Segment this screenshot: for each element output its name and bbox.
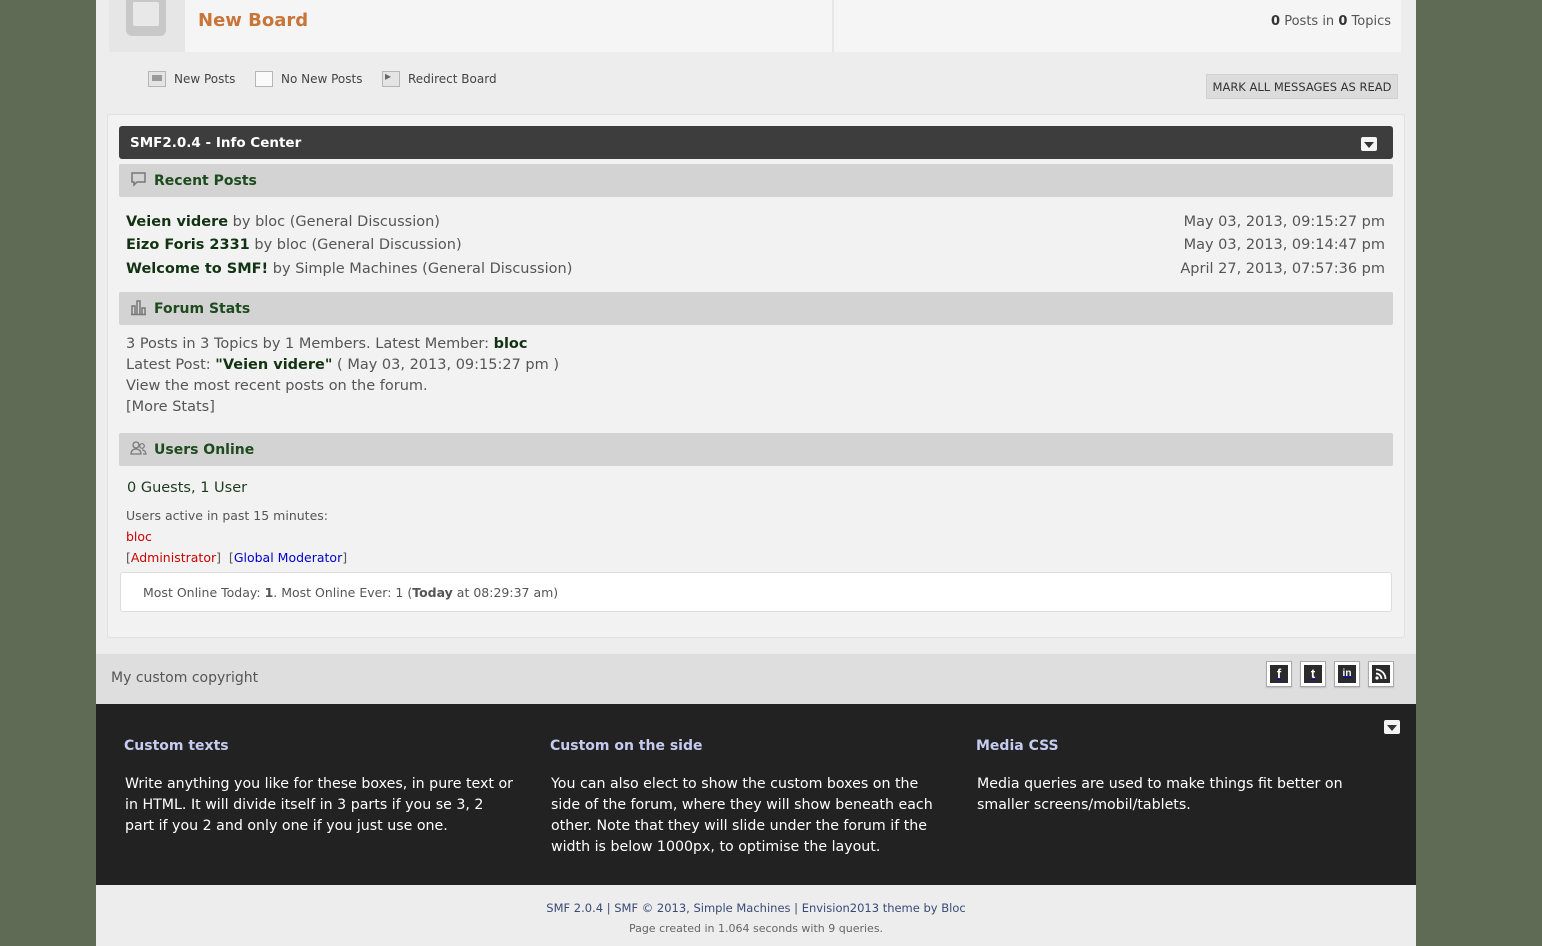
footer-box-title: Custom texts (124, 738, 229, 754)
recent-post-subject[interactable]: Eizo Foris 2331 (126, 237, 250, 253)
twitter-icon[interactable]: t (1300, 661, 1326, 687)
board-divider (832, 0, 834, 52)
new-posts-icon (148, 71, 166, 87)
users-online-header: Users Online (119, 433, 1393, 466)
most-today-label: Most Online Today: (143, 585, 261, 600)
rss-glyph (1372, 665, 1390, 683)
legend-new-posts-label: New Posts (174, 72, 236, 86)
latest-post: Latest Post: "Veien videre" ( May 03, 20… (126, 357, 559, 373)
board-icon (126, 0, 166, 36)
group-moderator-link[interactable]: Global Moderator (234, 550, 342, 565)
recent-post-board[interactable]: (General Discussion) (422, 261, 572, 277)
facebook-icon[interactable]: f (1266, 661, 1292, 687)
recent-post-by: by (254, 237, 273, 253)
recent-post-subject[interactable]: Welcome to SMF! (126, 261, 268, 277)
page-wrapper: New Board 0 Posts in 0 Topics New Posts … (96, 0, 1416, 946)
recent-post-author[interactable]: bloc (277, 237, 307, 253)
board-row: New Board 0 Posts in 0 Topics (109, 0, 1401, 52)
recent-post-row: Veien videre by bloc (General Discussion… (126, 214, 440, 230)
recent-post-date: May 03, 2013, 09:15:27 pm (1183, 214, 1385, 230)
latest-post-date: ( May 03, 2013, 09:15:27 pm ) (337, 357, 560, 373)
recent-post-subject[interactable]: Veien videre (126, 214, 228, 230)
most-online-text: Most Online Today: 1. Most Online Ever: … (143, 585, 558, 600)
stats-summary: 3 Posts in 3 Topics by 1 Members. Latest… (126, 336, 528, 352)
custom-boxes-footer: Custom texts Write anything you like for… (96, 704, 1416, 885)
footer-box-title: Custom on the side (550, 738, 703, 754)
info-center: SMF2.0.4 - Info Center Recent Posts Veie… (107, 114, 1405, 638)
info-center-title: SMF2.0.4 - Info Center (130, 135, 302, 151)
custom-copyright: My custom copyright (111, 670, 259, 686)
topics-count: 0 (1338, 14, 1348, 29)
recent-post-author[interactable]: bloc (255, 214, 285, 230)
online-user-link[interactable]: bloc (126, 529, 152, 544)
redirect-icon (382, 69, 400, 87)
info-center-header: SMF2.0.4 - Info Center (119, 126, 1393, 159)
legend-no-new-posts: No New Posts (255, 71, 362, 87)
recent-post-by: by (232, 214, 251, 230)
footer-box-text: Write anything you like for these boxes,… (125, 776, 513, 834)
facebook-glyph: f (1270, 665, 1288, 683)
copyright-bar: My custom copyright f t in (96, 654, 1416, 704)
legend-new-posts: New Posts (148, 71, 235, 87)
recent-post-by: by (272, 261, 291, 277)
recent-post-date: May 03, 2013, 09:14:47 pm (1183, 237, 1385, 253)
twitter-glyph: t (1304, 665, 1322, 683)
chat-bubble-icon (130, 171, 147, 188)
board-stats: 0 Posts in 0 Topics (1271, 14, 1391, 29)
most-ever-label: . Most Online Ever: 1 ( (273, 585, 413, 600)
users-online-title: Users Online (154, 442, 255, 458)
page-footer: SMF 2.0.4 | SMF © 2013, Simple Machines … (96, 885, 1416, 946)
footer-box-title: Media CSS (976, 738, 1059, 754)
latest-post-label: Latest Post: (126, 357, 211, 373)
legend-redirect-board: Redirect Board (382, 69, 497, 87)
recent-post-row: Eizo Foris 2331 by bloc (General Discuss… (126, 237, 462, 253)
group-administrator-link[interactable]: Administrator (131, 550, 216, 565)
mark-all-read-button[interactable]: MARK ALL MESSAGES AS READ (1206, 74, 1398, 99)
latest-member-link[interactable]: bloc (494, 336, 528, 352)
recent-posts-link[interactable]: View the most recent posts on the forum. (126, 378, 428, 394)
most-today-value: 1 (264, 585, 274, 600)
board-icon-cell (109, 0, 185, 52)
stats-summary-text: 3 Posts in 3 Topics by 1 Members. Latest… (126, 336, 489, 352)
most-ever-time: at 08:29:37 am) (452, 585, 559, 600)
footer-box: Custom on the side You can also elect to… (550, 738, 942, 858)
posts-label: Posts in (1284, 14, 1335, 29)
chevron-down-icon[interactable] (1361, 137, 1377, 151)
rss-icon[interactable] (1368, 661, 1394, 687)
credits-links[interactable]: SMF 2.0.4 | SMF © 2013, Simple Machines … (96, 901, 1416, 915)
no-new-posts-icon (255, 71, 273, 87)
legend-no-new-posts-label: No New Posts (281, 72, 363, 86)
most-online-box: Most Online Today: 1. Most Online Ever: … (120, 572, 1392, 612)
recent-post-board[interactable]: (General Discussion) (311, 237, 461, 253)
forum-stats-header: Forum Stats (119, 292, 1393, 325)
recent-posts-title: Recent Posts (154, 173, 257, 189)
linkedin-glyph: in (1338, 665, 1356, 683)
recent-post-author[interactable]: Simple Machines (295, 261, 417, 277)
most-ever-today: Today (412, 585, 453, 600)
active-users-label: Users active in past 15 minutes: (126, 508, 328, 523)
recent-post-board[interactable]: (General Discussion) (290, 214, 440, 230)
latest-post-link[interactable]: "Veien videre" (215, 357, 332, 373)
footer-box-text: Media queries are used to make things fi… (977, 776, 1343, 813)
recent-post-row: Welcome to SMF! by Simple Machines (Gene… (126, 261, 572, 277)
footer-box-text: You can also elect to show the custom bo… (551, 776, 933, 855)
bar-chart-icon (130, 299, 147, 316)
page-created-text: Page created in 1.064 seconds with 9 que… (628, 922, 884, 935)
forum-stats-title: Forum Stats (154, 301, 251, 317)
footer-box: Custom texts Write anything you like for… (124, 738, 516, 837)
online-counts[interactable]: 0 Guests, 1 User (127, 480, 247, 496)
board-name-link[interactable]: New Board (198, 10, 308, 31)
footer-box: Media CSS Media queries are used to make… (976, 738, 1368, 816)
recent-posts-header: Recent Posts (119, 164, 1393, 197)
users-icon (130, 440, 147, 457)
chevron-down-icon[interactable] (1384, 720, 1400, 734)
topics-label: Topics (1351, 14, 1391, 29)
membergroups-legend: [Administrator] [Global Moderator] (126, 550, 348, 565)
more-stats-link[interactable]: [More Stats] (126, 399, 215, 415)
recent-post-date: April 27, 2013, 07:57:36 pm (1180, 261, 1385, 277)
linkedin-icon[interactable]: in (1334, 661, 1360, 687)
legend-redirect-label: Redirect Board (408, 72, 497, 86)
posts-count: 0 (1271, 14, 1281, 29)
